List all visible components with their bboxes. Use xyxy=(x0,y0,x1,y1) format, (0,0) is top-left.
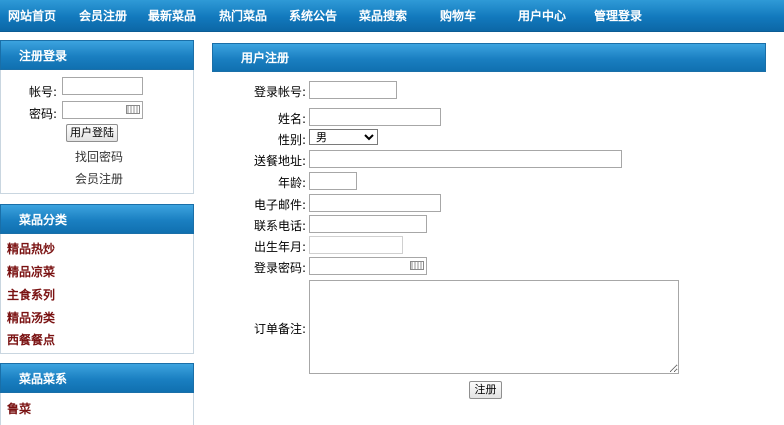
cuisine-item[interactable]: 鲁菜 xyxy=(7,400,31,417)
login-account-input[interactable] xyxy=(309,81,397,99)
top-nav-bar: 网站首页 会员注册 最新菜品 热门菜品 系统公告 菜品搜索 购物车 用户中心 管… xyxy=(0,0,784,32)
birth-date-label: 出生年月: xyxy=(253,240,306,254)
phone-input[interactable] xyxy=(309,215,427,233)
forgot-password-link[interactable]: 找回密码 xyxy=(75,148,123,165)
nav-member-register[interactable]: 会员注册 xyxy=(79,0,127,32)
gender-label: 性别: xyxy=(277,133,306,147)
register-panel-header: 用户注册 xyxy=(212,43,766,72)
address-input[interactable] xyxy=(309,150,622,168)
category-panel-title: 菜品分类 xyxy=(19,213,68,227)
order-note-textarea[interactable] xyxy=(309,280,679,374)
account-label: 帐号: xyxy=(28,85,57,99)
phone-label: 联系电话: xyxy=(253,219,306,233)
nav-user-center[interactable]: 用户中心 xyxy=(518,0,566,32)
category-item[interactable]: 主食系列 xyxy=(7,286,55,303)
category-panel-body: 精品热炒 精品凉菜 主食系列 精品汤类 西餐餐点 xyxy=(0,234,194,354)
user-login-button[interactable]: 用户登陆 xyxy=(66,124,118,142)
password-label: 密码: xyxy=(28,107,57,121)
nav-home[interactable]: 网站首页 xyxy=(8,0,56,32)
register-panel-title: 用户注册 xyxy=(241,51,290,65)
email-label: 电子邮件: xyxy=(253,198,306,212)
cuisine-panel-header: 菜品菜系 xyxy=(0,363,194,393)
member-register-link[interactable]: 会员注册 xyxy=(75,170,123,187)
account-input[interactable] xyxy=(62,77,143,95)
cuisine-panel-body: 鲁菜 xyxy=(0,393,194,425)
category-item[interactable]: 精品汤类 xyxy=(7,309,55,326)
nav-new-dishes[interactable]: 最新菜品 xyxy=(148,0,196,32)
register-password-field xyxy=(309,257,427,275)
cuisine-panel-title: 菜品菜系 xyxy=(19,372,68,386)
category-panel-header: 菜品分类 xyxy=(0,204,194,234)
nav-admin-login[interactable]: 管理登录 xyxy=(594,0,642,32)
address-label: 送餐地址: xyxy=(253,154,306,168)
birth-date-input[interactable] xyxy=(309,236,403,254)
category-item[interactable]: 精品凉菜 xyxy=(7,263,55,280)
register-password-label: 登录密码: xyxy=(253,261,306,275)
nav-hot-dishes[interactable]: 热门菜品 xyxy=(219,0,267,32)
name-label: 姓名: xyxy=(277,112,306,126)
name-input[interactable] xyxy=(309,108,441,126)
order-note-label: 订单备注: xyxy=(253,322,306,336)
login-panel-header: 注册登录 xyxy=(0,40,194,70)
nav-shopping-cart[interactable]: 购物车 xyxy=(440,0,476,32)
register-submit-button[interactable]: 注册 xyxy=(469,381,502,399)
age-label: 年龄: xyxy=(277,176,306,190)
nav-announcements[interactable]: 系统公告 xyxy=(289,0,337,32)
category-item[interactable]: 西餐餐点 xyxy=(7,331,55,348)
login-panel-body: 帐号: 密码: 用户登陆 找回密码 会员注册 xyxy=(0,70,194,194)
email-input[interactable] xyxy=(309,194,441,212)
login-account-label: 登录帐号: xyxy=(253,85,306,99)
keyboard-icon[interactable] xyxy=(410,261,424,270)
password-field xyxy=(62,101,143,119)
gender-select[interactable]: 男 xyxy=(309,129,378,145)
nav-dish-search[interactable]: 菜品搜索 xyxy=(359,0,407,32)
keyboard-icon[interactable] xyxy=(126,105,140,114)
age-input[interactable] xyxy=(309,172,357,190)
login-panel-title: 注册登录 xyxy=(19,49,68,63)
category-item[interactable]: 精品热炒 xyxy=(7,240,55,257)
